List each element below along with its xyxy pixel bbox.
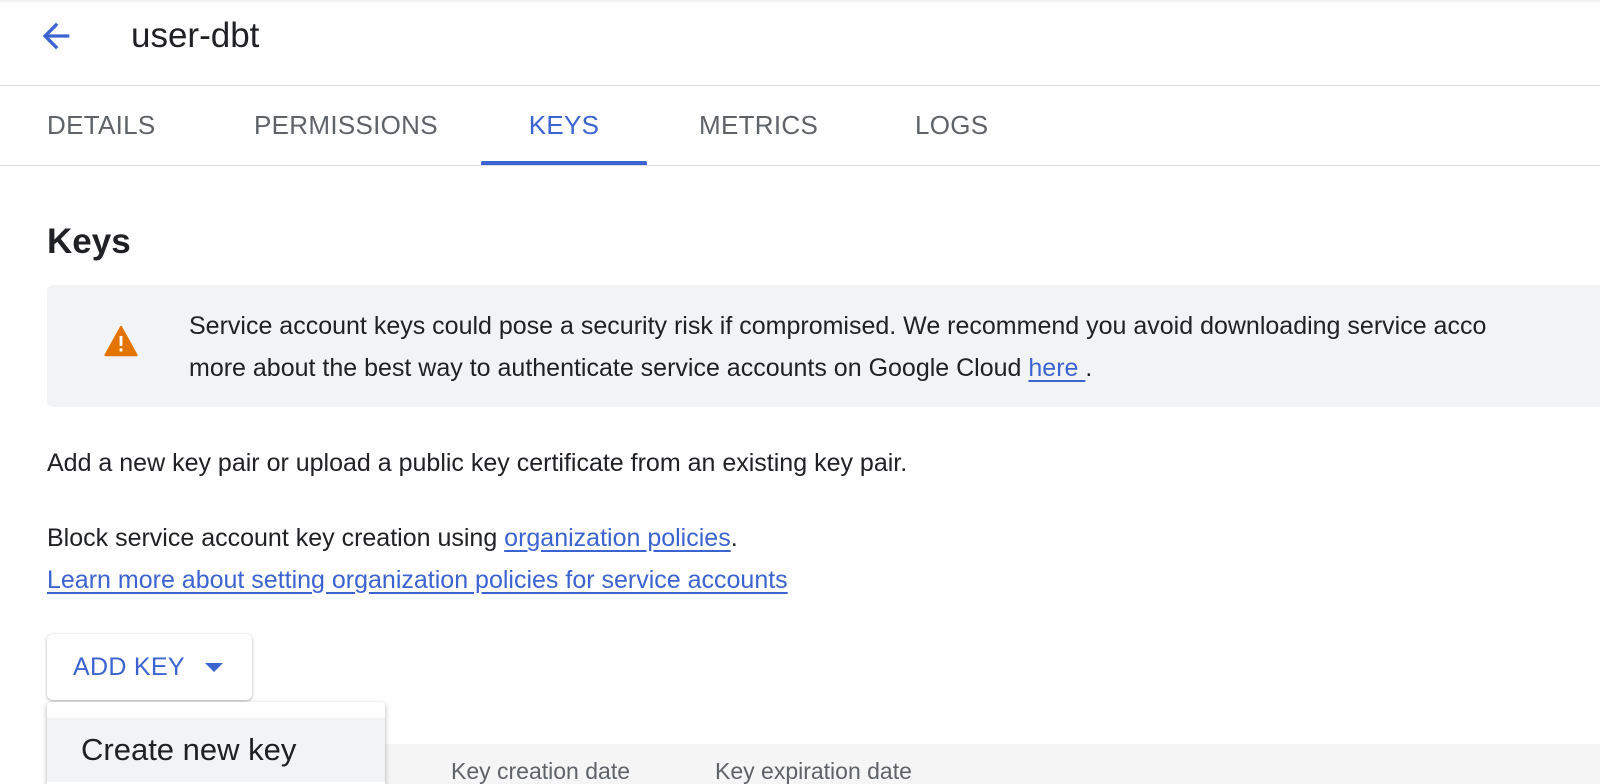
page-header: user-dbt: [0, 0, 1600, 86]
top-divider: [0, 0, 1600, 2]
warning-text: Service account keys could pose a securi…: [189, 305, 1600, 389]
tab-metrics[interactable]: METRICS: [699, 86, 818, 165]
section-title: Keys: [47, 222, 131, 261]
add-key-label: ADD KEY: [73, 652, 185, 681]
policy-text: Block service account key creation using…: [47, 520, 738, 556]
tab-keys[interactable]: KEYS: [481, 86, 647, 165]
warning-icon: [104, 325, 138, 357]
warning-line-2-text: more about the best way to authenticate …: [189, 354, 1029, 382]
policy-text-prefix: Block service account key creation using: [47, 524, 505, 552]
tab-bar: DETAILS PERMISSIONS KEYS METRICS LOGS: [0, 86, 1600, 166]
arrow-left-icon: [42, 22, 70, 50]
keys-description: Add a new key pair or upload a public ke…: [47, 449, 908, 477]
tab-details[interactable]: DETAILS: [47, 86, 156, 165]
tab-permissions[interactable]: PERMISSIONS: [254, 86, 438, 165]
here-link[interactable]: here: [1028, 354, 1085, 382]
warning-line-2-suffix: .: [1085, 354, 1093, 382]
warning-line-1: Service account keys could pose a securi…: [189, 312, 1487, 340]
add-key-button[interactable]: ADD KEY: [47, 634, 252, 700]
warning-line-2: more about the best way to authenticate …: [189, 347, 1600, 389]
menu-item-label: Create new key: [81, 732, 297, 767]
caret-down-icon: [204, 662, 223, 672]
tab-logs[interactable]: LOGS: [915, 86, 988, 165]
back-button[interactable]: [30, 12, 82, 60]
add-key-menu: Create new key: [47, 702, 385, 784]
column-key-creation-date[interactable]: Key creation date: [451, 758, 630, 784]
policy-text-suffix: .: [730, 524, 738, 552]
learn-more-link[interactable]: Learn more about setting organization po…: [47, 566, 788, 594]
learn-more-line: Learn more about setting organization po…: [47, 562, 788, 598]
page: user-dbt DETAILS PERMISSIONS KEYS METRIC…: [0, 0, 1600, 784]
organization-policies-link[interactable]: organization policies: [504, 524, 731, 552]
column-key-expiration-date[interactable]: Key expiration date: [715, 758, 912, 784]
page-title: user-dbt: [131, 16, 260, 55]
active-tab-indicator: [481, 161, 647, 165]
security-warning-banner: Service account keys could pose a securi…: [47, 285, 1600, 407]
menu-item-create-new-key[interactable]: Create new key: [47, 718, 385, 782]
